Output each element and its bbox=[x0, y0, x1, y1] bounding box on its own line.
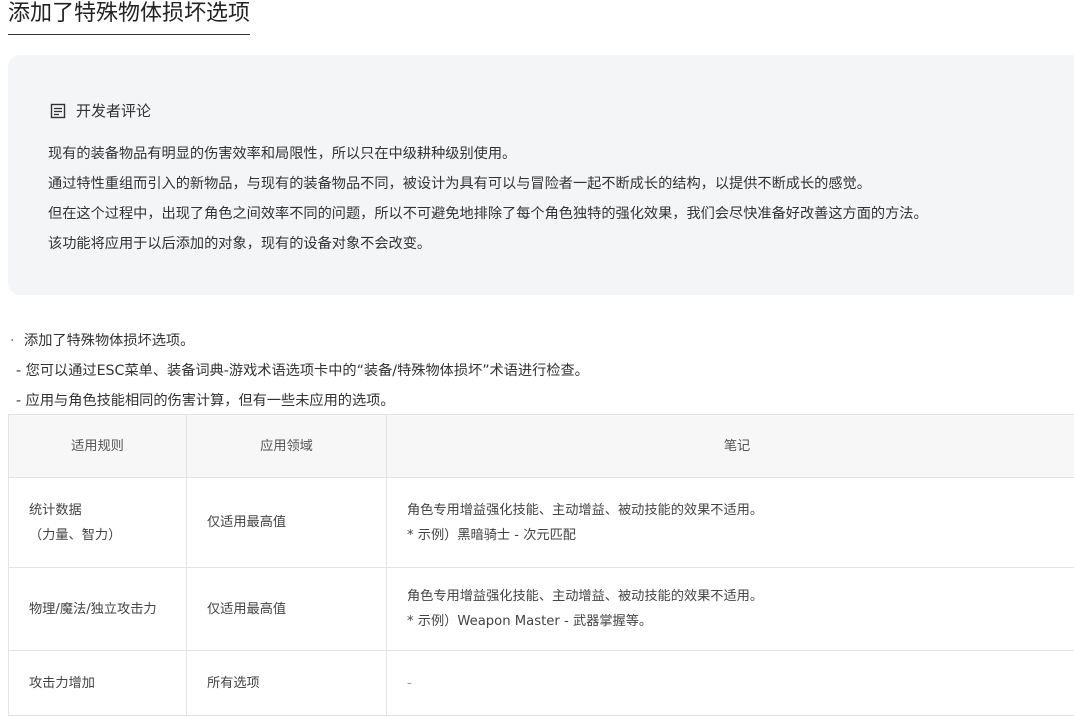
column-header-note: 笔记 bbox=[387, 415, 1074, 478]
bullet-item: ·添加了特殊物体损坏选项。 bbox=[10, 326, 589, 356]
developer-comment-line: 通过特性重组而引入的新物品，与现有的装备物品不同，被设计为具有可以与冒险者一起不… bbox=[48, 169, 928, 199]
note-text: 角色专用增益强化技能、主动增益、被动技能的效果不适用。 bbox=[407, 498, 1067, 523]
developer-comment-header: 开发者评论 bbox=[50, 100, 151, 121]
rule-cell: 攻击力增加 bbox=[9, 651, 187, 716]
scope-cell: 仅适用最高值 bbox=[187, 568, 387, 651]
table-row: 统计数据 （力量、智力） 仅适用最高值 角色专用增益强化技能、主动增益、被动技能… bbox=[9, 478, 1074, 568]
note-cell: 角色专用增益强化技能、主动增益、被动技能的效果不适用。 * 示例）Weapon … bbox=[387, 568, 1074, 651]
scope-cell: 仅适用最高值 bbox=[187, 478, 387, 568]
rules-table: 适用规则 应用领域 笔记 统计数据 （力量、智力） 仅适用最高值 角色专用增益强… bbox=[8, 414, 1074, 716]
rule-cell: 统计数据 （力量、智力） bbox=[9, 478, 187, 568]
developer-comment-line: 该功能将应用于以后添加的对象，现有的设备对象不会改变。 bbox=[48, 229, 928, 259]
developer-comment-body: 现有的装备物品有明显的伤害效率和局限性，所以只在中级耕种级别使用。 通过特性重组… bbox=[48, 139, 928, 259]
page-title: 添加了特殊物体损坏选项 bbox=[8, 0, 250, 35]
note-text: * 示例）黑暗骑士 - 次元匹配 bbox=[407, 523, 1067, 548]
rule-text: 攻击力增加 bbox=[29, 671, 166, 696]
sub-bullet-item: - 应用与角色技能相同的伤害计算，但有一些未应用的选项。 bbox=[10, 386, 589, 416]
developer-comment-box: 开发者评论 现有的装备物品有明显的伤害效率和局限性，所以只在中级耕种级别使用。 … bbox=[8, 55, 1074, 295]
note-text: 角色专用增益强化技能、主动增益、被动技能的效果不适用。 bbox=[407, 584, 1067, 609]
scope-cell: 所有选项 bbox=[187, 651, 387, 716]
rule-text: 物理/魔法/独立攻击力 bbox=[29, 597, 166, 622]
developer-comment-line: 现有的装备物品有明显的伤害效率和局限性，所以只在中级耕种级别使用。 bbox=[48, 139, 928, 169]
rule-text: 统计数据 bbox=[29, 498, 166, 523]
table-row: 物理/魔法/独立攻击力 仅适用最高值 角色专用增益强化技能、主动增益、被动技能的… bbox=[9, 568, 1074, 651]
note-text: - bbox=[407, 671, 1067, 696]
note-icon bbox=[50, 103, 66, 119]
note-cell: - bbox=[387, 651, 1074, 716]
column-header-rule: 适用规则 bbox=[9, 415, 187, 478]
developer-comment-heading: 开发者评论 bbox=[76, 100, 151, 121]
column-header-scope: 应用领域 bbox=[187, 415, 387, 478]
note-cell: 角色专用增益强化技能、主动增益、被动技能的效果不适用。 * 示例）黑暗骑士 - … bbox=[387, 478, 1074, 568]
table-header-row: 适用规则 应用领域 笔记 bbox=[9, 415, 1074, 478]
rule-cell: 物理/魔法/独立攻击力 bbox=[9, 568, 187, 651]
sub-bullet-item: - 您可以通过ESC菜单、装备词典-游戏术语选项卡中的“装备/特殊物体损坏”术语… bbox=[10, 356, 589, 386]
bullet-text: 添加了特殊物体损坏选项。 bbox=[24, 333, 194, 349]
table-row: 攻击力增加 所有选项 - bbox=[9, 651, 1074, 716]
developer-comment-line: 但在这个过程中，出现了角色之间效率不同的问题，所以不可避免地排除了每个角色独特的… bbox=[48, 199, 928, 229]
rule-text: （力量、智力） bbox=[29, 523, 166, 548]
patch-note-list: ·添加了特殊物体损坏选项。 - 您可以通过ESC菜单、装备词典-游戏术语选项卡中… bbox=[10, 326, 589, 416]
note-text: * 示例）Weapon Master - 武器掌握等。 bbox=[407, 609, 1067, 634]
bullet-dot-icon: · bbox=[10, 326, 24, 356]
